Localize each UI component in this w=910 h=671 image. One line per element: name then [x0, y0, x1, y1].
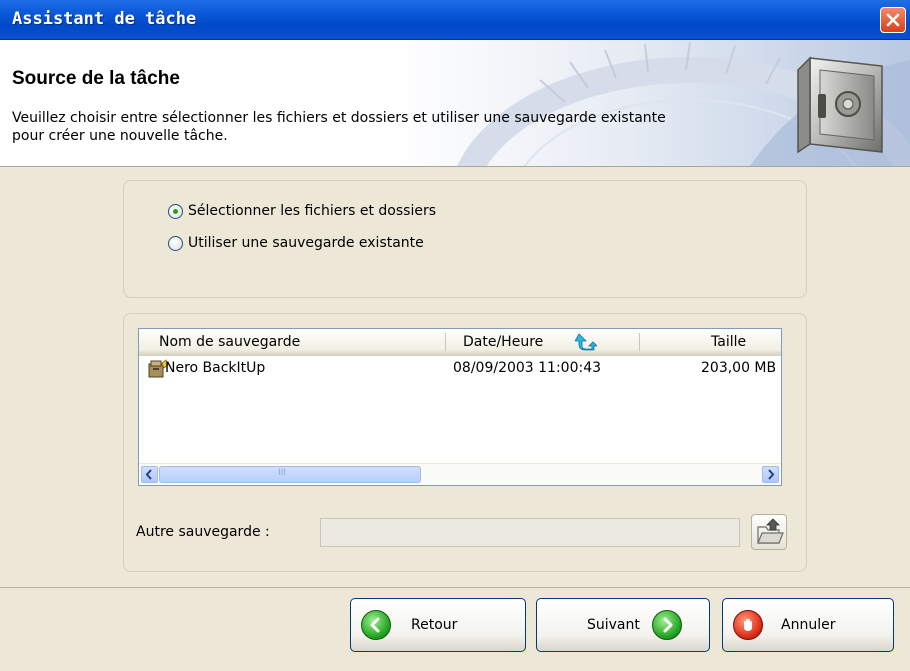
radio-button-unchecked[interactable]: [168, 235, 183, 251]
back-arrow-icon: [361, 610, 391, 640]
folder-open-icon: [757, 518, 784, 544]
radio-use-existing-label[interactable]: Utiliser une sauvegarde existante: [188, 235, 424, 251]
column-header-name[interactable]: Nom de sauvegarde: [159, 334, 300, 350]
page-title: Source de la tâche: [12, 68, 180, 89]
column-header-datetime[interactable]: Date/Heure: [463, 334, 543, 350]
next-button-label[interactable]: Suivant: [587, 617, 640, 633]
backup-size: 203,00 MB: [701, 360, 777, 376]
backup-list-group: Nom de sauvegarde Date/Heure Taille Nero…: [123, 313, 807, 572]
scroll-right-button[interactable]: [762, 466, 779, 483]
window-title: Assistant de tâche: [12, 9, 197, 29]
next-button[interactable]: Suivant: [536, 598, 710, 652]
cancel-button-label[interactable]: Annuler: [781, 617, 835, 633]
chevron-right-icon: [768, 469, 775, 480]
footer-divider: [0, 587, 910, 588]
source-options-group: Sélectionner les fichiers et dossiers Ut…: [123, 180, 807, 298]
backup-list[interactable]: Nom de sauvegarde Date/Heure Taille Nero…: [138, 328, 782, 486]
browse-button[interactable]: [751, 514, 787, 550]
list-header: Nom de sauvegarde Date/Heure Taille: [139, 329, 781, 356]
chevron-left-icon: [145, 469, 152, 480]
close-button[interactable]: [880, 7, 906, 33]
scrollbar-grip: III: [278, 468, 286, 478]
title-bar: Assistant de tâche: [0, 0, 910, 40]
stop-hand-icon: [733, 610, 763, 640]
radio-button-checked[interactable]: [168, 203, 183, 219]
radio-select-files-label[interactable]: Sélectionner les fichiers et dossiers: [188, 203, 436, 219]
next-arrow-icon: [651, 610, 682, 640]
safe-icon: [797, 56, 883, 154]
scrollbar-thumb[interactable]: III: [159, 466, 421, 483]
other-backup-label: Autre sauvegarde :: [136, 524, 270, 540]
column-divider[interactable]: [639, 333, 640, 351]
back-button[interactable]: Retour: [350, 598, 526, 652]
horizontal-scrollbar[interactable]: III: [139, 463, 781, 485]
scroll-left-button[interactable]: [141, 466, 158, 483]
radio-select-files[interactable]: Sélectionner les fichiers et dossiers: [168, 201, 436, 221]
backup-datetime: 08/09/2003 11:00:43: [453, 360, 602, 376]
back-button-label[interactable]: Retour: [411, 617, 457, 633]
wizard-header: Source de la tâche Veuillez choisir entr…: [0, 40, 910, 167]
sort-arrow-icon: [575, 333, 597, 351]
column-header-size[interactable]: Taille: [711, 334, 746, 350]
column-divider[interactable]: [445, 333, 446, 351]
close-icon: [886, 13, 900, 27]
backup-name: Nero BackItUp: [165, 360, 266, 376]
other-backup-input[interactable]: [320, 518, 740, 547]
page-description: Veuillez choisir entre sélectionner les …: [12, 110, 666, 144]
table-row[interactable]: Nero BackItUp 08/09/2003 11:00:43 203,00…: [147, 359, 779, 379]
radio-use-existing-backup[interactable]: Utiliser une sauvegarde existante: [168, 233, 424, 253]
cancel-button[interactable]: Annuler: [722, 598, 894, 652]
